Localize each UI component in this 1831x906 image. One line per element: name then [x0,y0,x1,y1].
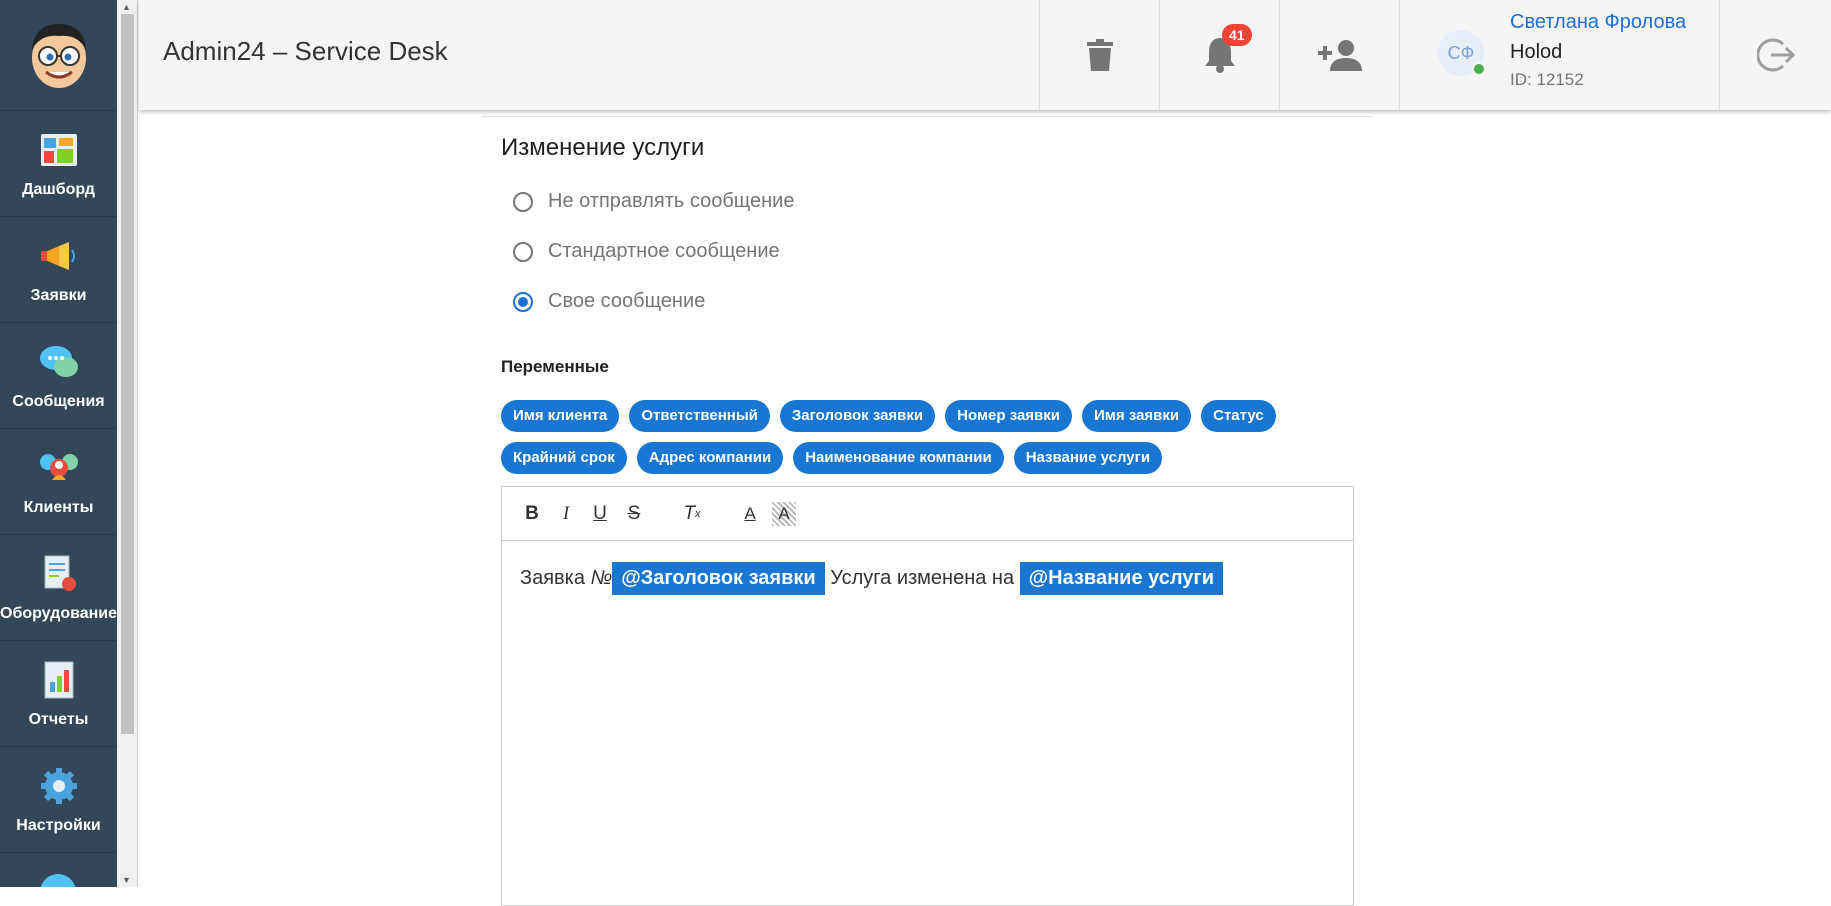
top-header: Admin24 – Service Desk 41 СФ Светлана Фр… [139,0,1831,110]
radio-label: Свое сообщение [548,290,706,312]
radio-button-checked[interactable] [513,291,533,312]
radio-label: Стандартное сообщение [548,240,780,262]
clear-format-icon[interactable]: Tx [680,502,704,526]
scroll-up-icon[interactable]: ▲ [122,2,131,12]
variable-chip[interactable]: Крайний срок [501,442,627,474]
page-title: Admin24 – Service Desk [163,36,448,66]
radio-no-message[interactable]: Не отправлять сообщение [513,190,794,213]
editor-text: Заявка [520,567,591,589]
section-divider [482,116,1372,117]
logout-button[interactable] [1719,0,1831,110]
sidebar-more-icon[interactable] [40,874,76,887]
variable-chip[interactable]: Название услуги [1013,442,1163,474]
sidebar-item-label: Дашборд [22,180,95,198]
editor-toolbar: B I U S Tx A A [502,487,1353,541]
logout-icon [1757,38,1795,72]
italic-icon[interactable]: I [554,502,578,526]
variable-chip[interactable]: Адрес компании [636,442,784,474]
clients-icon [38,447,80,489]
variable-chip[interactable]: Номер заявки [945,400,1073,432]
trash-button[interactable] [1039,0,1160,110]
message-editor: B I U S Tx A A Заявка № @Заголовок заявки… [501,486,1354,906]
radio-standard-message[interactable]: Стандартное сообщение [513,240,780,263]
sidebar-item-label: Настройки [16,816,101,834]
sidebar-item-equipment[interactable]: Оборудование [0,535,117,641]
variable-chip[interactable]: Имя заявки [1082,400,1192,432]
background-color-icon[interactable]: A [772,501,796,526]
trash-icon [1087,39,1113,71]
editor-text-italic: № [590,567,613,589]
radio-button[interactable] [513,241,533,262]
online-status-icon [1472,62,1486,76]
sidebar-item-reports[interactable]: Отчеты [0,641,117,747]
text-color-icon[interactable]: A [738,502,762,526]
variables-chips: Имя клиента Ответственный Заголовок заяв… [501,400,1361,474]
scroll-down-icon[interactable]: ▼ [122,875,131,885]
sidebar-item-label: Сообщения [12,392,105,410]
settings-icon [38,765,80,807]
variable-chip[interactable]: Ответственный [629,400,770,432]
sidebar-item-label: Заявки [30,286,87,304]
sidebar-item-dashboard[interactable]: Дашборд [0,111,117,217]
sidebar-item-clients[interactable]: Клиенты [0,429,117,535]
notifications-button[interactable]: 41 [1159,0,1280,110]
underline-icon[interactable]: U [588,502,612,526]
user-name[interactable]: Светлана Фролова [1510,11,1686,34]
megaphone-icon [38,235,80,277]
avatar-face-icon [31,24,86,88]
sidebar: Дашборд Заявки Сообщения Клиенты Оборудо… [0,0,117,887]
variable-chip[interactable]: Наименование компании [793,442,1004,474]
app-logo[interactable] [0,0,117,111]
user-profile[interactable]: СФ Светлана Фролова Holod ID: 12152 [1399,0,1720,110]
variable-tag[interactable]: @Название услуги [1019,562,1224,596]
sidebar-item-label: Оборудование [0,604,117,622]
user-company: Holod [1510,41,1563,63]
dashboard-icon [38,129,80,171]
sidebar-item-settings[interactable]: Настройки [0,747,117,853]
equipment-icon [38,553,80,595]
sidebar-item-requests[interactable]: Заявки [0,217,117,323]
editor-content[interactable]: Заявка № @Заголовок заявки Услуга изменен… [502,541,1353,615]
sidebar-item-label: Отчеты [28,710,89,728]
variable-chip[interactable]: Имя клиента [501,400,620,432]
user-id: ID: 12152 [1510,70,1584,89]
radio-button[interactable] [513,191,533,212]
variable-tag[interactable]: @Заголовок заявки [612,562,825,596]
reports-icon [38,659,80,701]
add-user-button[interactable] [1279,0,1400,110]
radio-custom-message[interactable]: Свое сообщение [513,290,705,313]
variable-chip[interactable]: Заголовок заявки [779,400,936,432]
sidebar-scrollbar[interactable]: ▲ ▼ [117,0,138,887]
section-title: Изменение услуги [501,134,705,161]
variables-title: Переменные [501,357,609,376]
sidebar-item-label: Клиенты [23,498,94,516]
bold-icon[interactable]: B [520,502,544,526]
strikethrough-icon[interactable]: S [622,502,646,526]
sidebar-item-messages[interactable]: Сообщения [0,323,117,429]
chat-icon [38,341,80,383]
notifications-badge: 41 [1222,24,1252,46]
add-user-icon [1318,40,1362,71]
scrollbar-thumb[interactable] [121,14,134,734]
variable-chip[interactable]: Статус [1201,400,1276,432]
radio-label: Не отправлять сообщение [548,190,795,212]
editor-text: Услуга изменена на [824,567,1020,589]
